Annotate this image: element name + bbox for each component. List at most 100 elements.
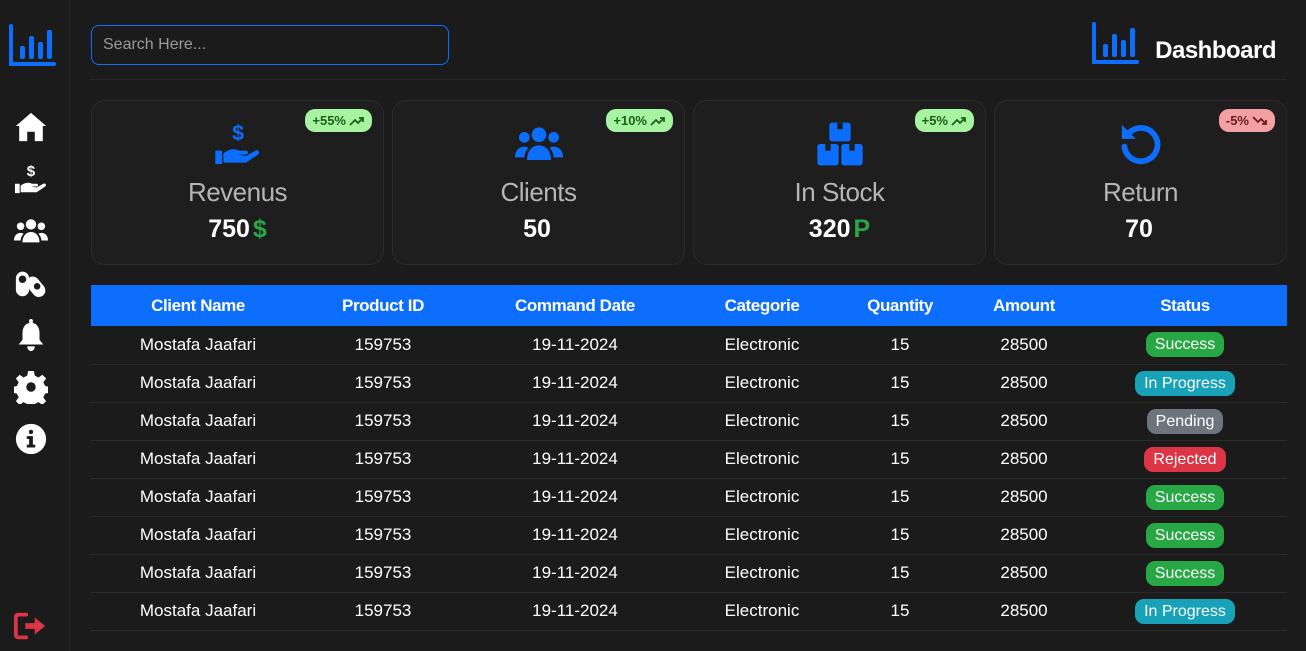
sidebar: $ [0,0,70,651]
table-row[interactable]: Mostafa Jaafari 159753 19-11-2024 Electroni… [91,554,1287,592]
column-header-command-date[interactable]: Command Date [461,285,689,326]
quantity-cell: 15 [890,334,910,354]
stat-card-stock: +5% In Stock 320 P [693,100,986,265]
amount-cell: 28500 [1000,563,1048,582]
rotate-icon [1115,119,1167,169]
table-row[interactable]: Mostafa Jaafari 159753 19-11-2024 Electroni… [91,592,1287,630]
column-header-product-id[interactable]: Product ID [305,285,461,326]
sidebar-item-info[interactable] [12,420,50,458]
card-value: 320 P [808,215,871,243]
column-header-client-name[interactable]: Client Name [91,285,305,326]
column-header-categorie[interactable]: Categorie [689,285,835,326]
table-header-row: Client Name Product ID Command Date Cate… [91,285,1287,326]
trend-badge: +55% [305,109,372,132]
trend-badge: +5% [914,109,974,132]
status-badge: In Progress [1135,370,1235,396]
categorie-cell: Electronic [724,411,800,430]
table-row[interactable]: Mostafa Jaafari 159753 19-11-2024 Electroni… [91,478,1287,516]
svg-text:$: $ [27,163,36,180]
orders-table: Client Name Product ID Command Date Cate… [91,285,1287,631]
command-date-cell: 19-11-2024 [532,411,618,430]
client-name-cell: Mostafa Jaafari [139,449,257,468]
categorie-cell: Electronic [724,601,800,620]
quantity-cell: 15 [890,563,910,582]
client-name-cell: Mostafa Jaafari [139,487,257,506]
logout-button[interactable] [12,608,48,644]
stat-card-revenue: +55% $ Revenus 750 $ [91,100,384,265]
info-icon [15,423,47,455]
stat-cards: +55% $ Revenus 750 $ +10% Clients 50 +5%… [91,100,1287,265]
trend-down-icon [1252,115,1267,125]
home-icon [15,112,47,142]
badge-label: -5% [1225,113,1249,128]
product-id-cell: 159753 [354,487,412,506]
categorie-cell: Electronic [724,487,800,506]
command-date-cell: 19-11-2024 [532,449,618,468]
status-badge: Success [1145,484,1225,510]
card-title: Clients [500,177,577,207]
status-cell: Success [1083,554,1287,592]
client-name-cell: Mostafa Jaafari [139,334,257,354]
client-name-cell: Mostafa Jaafari [139,373,257,392]
product-id-cell: 159753 [354,373,412,392]
stat-card-clients: +10% Clients 50 [392,100,685,265]
chart-logo-icon [1092,22,1140,64]
table-row[interactable]: Mostafa Jaafari 159753 19-11-2024 Electroni… [91,516,1287,554]
sidebar-item-notifications[interactable] [12,316,50,354]
trend-badge: -5% [1218,109,1275,132]
column-header-status[interactable]: Status [1083,285,1287,326]
users-icon [14,219,48,243]
sidebar-item-settings[interactable] [12,368,50,406]
badge-label: +55% [312,113,346,128]
status-badge: Success [1145,522,1225,548]
card-title: Revenus [187,177,288,207]
pills-icon [15,271,46,298]
status-cell: Pending [1083,402,1287,440]
client-name-cell: Mostafa Jaafari [139,601,257,620]
product-id-cell: 159753 [354,563,412,582]
sidebar-item-products[interactable] [12,264,50,302]
command-date-cell: 19-11-2024 [532,334,618,354]
amount-cell: 28500 [1000,525,1048,544]
card-value: 750 $ [208,215,267,243]
amount-cell: 28500 [1000,487,1048,506]
status-cell: Success [1083,478,1287,516]
status-cell: Rejected [1083,440,1287,478]
client-name-cell: Mostafa Jaafari [139,411,257,430]
quantity-cell: 15 [890,411,910,430]
search-input[interactable] [91,25,449,65]
quantity-cell: 15 [890,525,910,544]
quantity-cell: 15 [890,373,910,392]
bell-icon [18,318,44,352]
product-id-cell: 159753 [354,334,412,354]
column-header-quantity[interactable]: Quantity [835,285,965,326]
badge-label: +5% [921,113,948,128]
amount-cell: 28500 [1000,411,1048,430]
categorie-cell: Electronic [724,525,800,544]
categorie-cell: Electronic [724,334,800,354]
status-badge: Success [1145,332,1225,358]
chart-logo-icon [9,24,56,66]
table-row[interactable]: Mostafa Jaafari 159753 19-11-2024 Electroni… [91,402,1287,440]
categorie-cell: Electronic [724,373,800,392]
product-id-cell: 159753 [354,449,412,468]
status-cell: In Progress [1083,592,1287,630]
table-row[interactable]: Mostafa Jaafari 159753 19-11-2024 Electroni… [91,326,1287,364]
amount-cell: 28500 [1000,373,1048,392]
amount-cell: 28500 [1000,449,1048,468]
table-row[interactable]: Mostafa Jaafari 159753 19-11-2024 Electroni… [91,364,1287,402]
sidebar-item-clients[interactable] [12,212,50,250]
page-title: Dashboard [1155,37,1276,64]
sidebar-item-home[interactable] [12,108,50,146]
trend-up-icon [349,116,364,126]
table-row[interactable]: Mostafa Jaafari 159753 19-11-2024 Electroni… [91,440,1287,478]
status-cell: In Progress [1083,364,1287,402]
status-cell: Success [1083,326,1287,364]
status-badge: In Progress [1135,598,1235,624]
status-badge: Pending [1146,408,1224,434]
users-icon [513,119,565,169]
column-header-amount[interactable]: Amount [965,285,1083,326]
card-value: 50 [523,215,551,243]
command-date-cell: 19-11-2024 [532,601,618,620]
sidebar-item-payments[interactable]: $ [12,160,50,198]
